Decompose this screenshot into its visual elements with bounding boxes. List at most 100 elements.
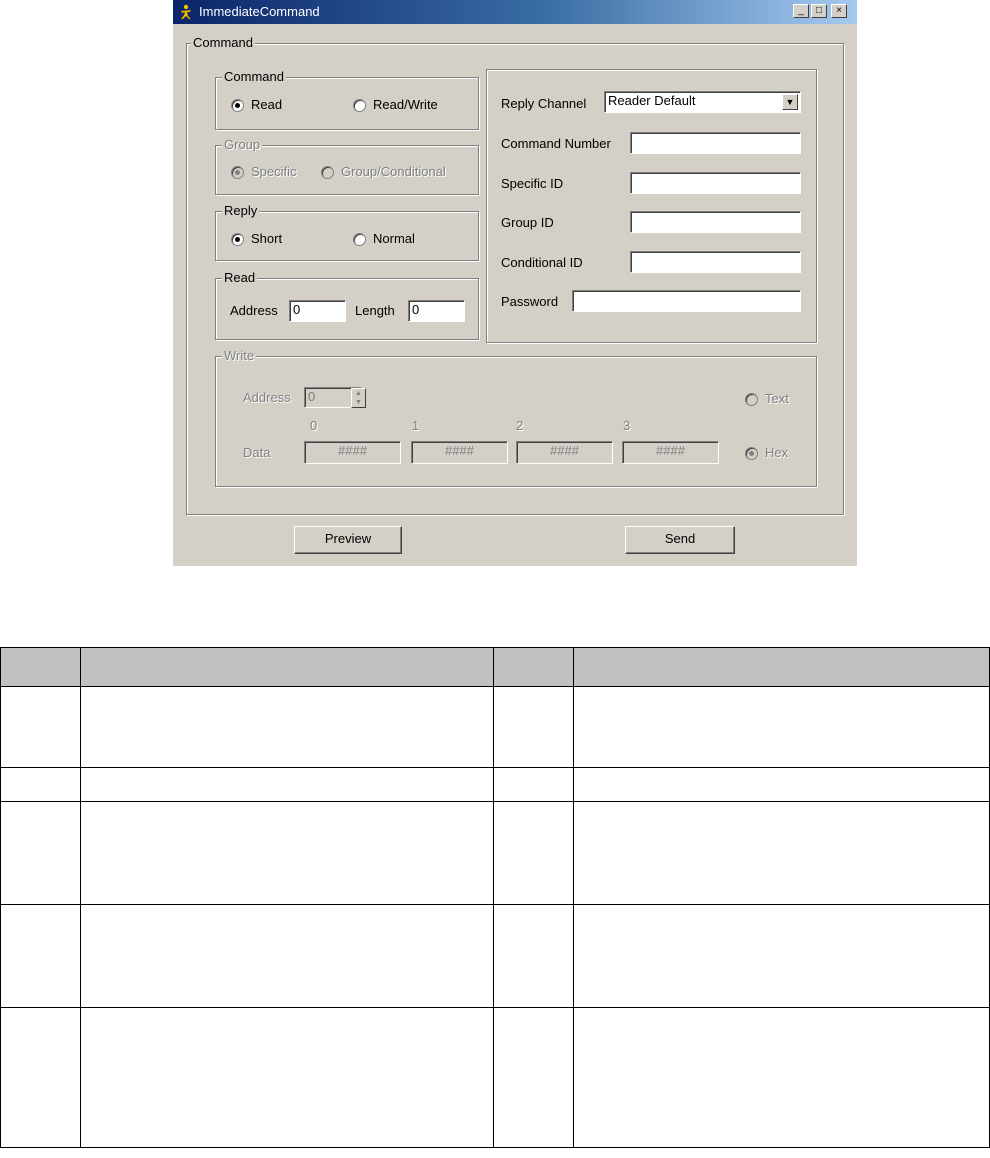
table-cell: [493, 801, 574, 905]
person-icon: [180, 4, 192, 20]
group-conditional-radio-label: Group/Conditional: [341, 164, 446, 179]
table-cell: [573, 767, 990, 802]
group-conditional-radio[interactable]: [321, 166, 334, 179]
data-field-0[interactable]: ####: [304, 441, 401, 464]
text-radio[interactable]: [745, 393, 758, 406]
table-cell: [80, 686, 494, 768]
conditional-id-label: Conditional ID: [501, 255, 583, 270]
write-data-label: Data: [243, 445, 271, 460]
write-group-legend: Write: [222, 348, 257, 364]
reply-settings-panel: Reply Channel Reader Default ▼ Command N…: [486, 69, 817, 343]
send-button[interactable]: Send: [625, 526, 735, 554]
outer-command-legend: Command: [191, 35, 255, 51]
read-length-label: Length: [355, 303, 395, 318]
data-field-3[interactable]: ####: [622, 441, 719, 464]
write-address-label: Address: [243, 390, 291, 405]
data-field-1[interactable]: ####: [411, 441, 508, 464]
reply-group-legend: Reply: [222, 203, 260, 219]
specific-id-input[interactable]: [630, 172, 801, 194]
data-index-1: 1: [412, 418, 420, 433]
write-group: Write Address 0 ▲ ▼ 0 1 2 3 Data #### ###…: [215, 348, 817, 487]
read-radio[interactable]: [231, 99, 244, 112]
table-row: [0, 767, 990, 802]
normal-radio-label: Normal: [373, 231, 415, 246]
data-index-3: 3: [623, 418, 631, 433]
table-cell: [0, 904, 81, 1008]
hex-radio-label: Hex: [765, 445, 789, 460]
address-spinner[interactable]: ▲ ▼: [351, 388, 366, 408]
table-cell: [573, 801, 990, 905]
specific-radio[interactable]: [231, 166, 244, 179]
chevron-down-icon[interactable]: ▼: [782, 94, 798, 110]
window-title: ImmediateCommand: [199, 4, 320, 19]
group-id-label: Group ID: [501, 215, 554, 230]
table-header-row: [0, 647, 990, 687]
minimize-icon: _: [798, 5, 804, 16]
specific-radio-label: Specific: [251, 164, 297, 179]
table-cell: [80, 767, 494, 802]
normal-radio[interactable]: [353, 233, 366, 246]
table-cell: [493, 686, 574, 768]
data-index-2: 2: [516, 418, 524, 433]
maximize-button[interactable]: □: [811, 4, 827, 18]
password-label: Password: [501, 294, 559, 309]
table-cell: [493, 1007, 574, 1148]
close-button[interactable]: ×: [831, 4, 847, 18]
title-bar[interactable]: ImmediateCommand _ □ ×: [173, 0, 857, 24]
read-address-input[interactable]: 0: [289, 300, 346, 322]
reply-group: Reply Short Normal: [215, 203, 479, 261]
command-number-input[interactable]: [630, 132, 801, 154]
minimize-button[interactable]: _: [793, 4, 809, 18]
table-cell: [573, 1007, 990, 1148]
table-cell: [0, 686, 81, 768]
group-group-legend: Group: [222, 137, 263, 153]
read-address-label: Address: [230, 303, 278, 318]
blank-table: [0, 647, 990, 1148]
reply-channel-dropdown[interactable]: Reader Default ▼: [604, 91, 801, 113]
command-group: Command Read Read/Write: [215, 69, 479, 130]
table-header-cell: [493, 647, 574, 687]
table-header-cell: [573, 647, 990, 687]
read-group: Read Address 0 Length 0: [215, 270, 479, 340]
table-row: [0, 904, 990, 1008]
data-index-0: 0: [310, 418, 318, 433]
short-radio[interactable]: [231, 233, 244, 246]
table-cell: [80, 801, 494, 905]
group-group: Group Specific Group/Conditional: [215, 137, 479, 195]
read-write-radio-label: Read/Write: [373, 97, 438, 112]
table-cell: [573, 904, 990, 1008]
conditional-id-input[interactable]: [630, 251, 801, 273]
table-cell: [493, 904, 574, 1008]
table-header-cell: [0, 647, 81, 687]
table-cell: [573, 686, 990, 768]
table-cell: [0, 801, 81, 905]
immediate-command-window: ImmediateCommand _ □ × Command Command R…: [173, 0, 857, 566]
table-cell: [0, 767, 81, 802]
table-cell: [80, 1007, 494, 1148]
text-radio-label: Text: [765, 391, 789, 406]
preview-button[interactable]: Preview: [294, 526, 402, 554]
table-header-cell: [80, 647, 494, 687]
read-group-legend: Read: [222, 270, 258, 286]
table-cell: [0, 1007, 81, 1148]
group-id-input[interactable]: [630, 211, 801, 233]
maximize-icon: □: [815, 5, 823, 16]
table-row: [0, 1007, 990, 1148]
table-cell: [493, 767, 574, 802]
specific-id-label: Specific ID: [501, 176, 564, 191]
reply-channel-label: Reply Channel: [501, 96, 587, 111]
table-row: [0, 801, 990, 905]
password-input[interactable]: [572, 290, 801, 312]
table-row: [0, 686, 990, 768]
command-group-legend: Command: [222, 69, 286, 85]
command-number-label: Command Number: [501, 136, 611, 151]
close-icon: ×: [836, 5, 842, 16]
reply-channel-value: Reader Default: [608, 93, 696, 108]
read-length-input[interactable]: 0: [408, 300, 465, 322]
read-radio-label: Read: [251, 97, 283, 112]
table-cell: [80, 904, 494, 1008]
data-field-2[interactable]: ####: [516, 441, 613, 464]
hex-radio[interactable]: [745, 447, 758, 460]
read-write-radio[interactable]: [353, 99, 366, 112]
short-radio-label: Short: [251, 231, 283, 246]
